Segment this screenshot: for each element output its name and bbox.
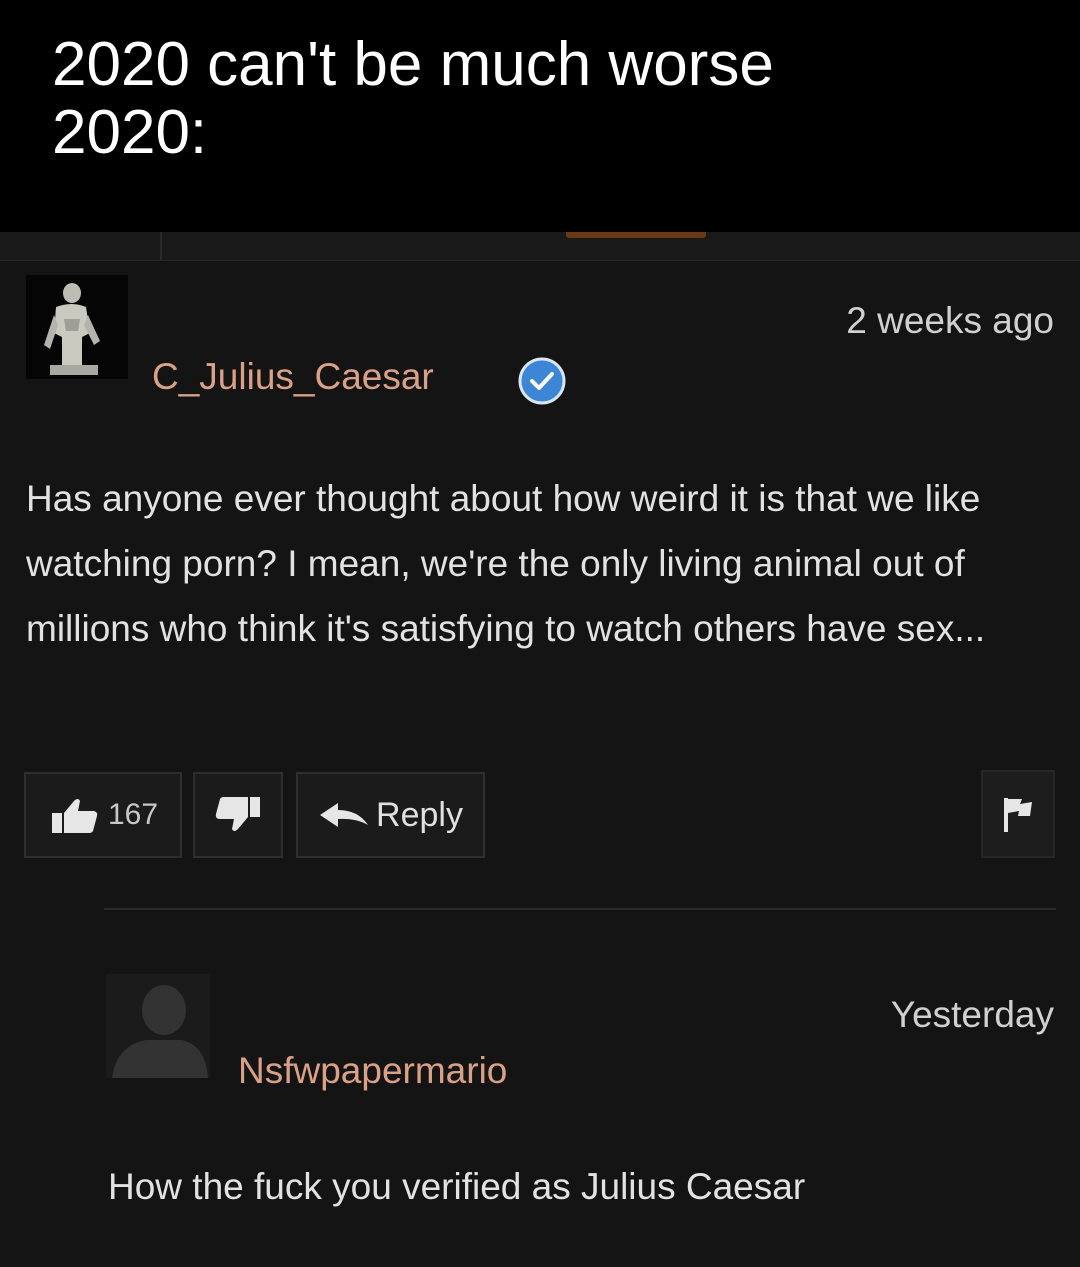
top-tab-strip <box>0 232 1080 261</box>
meme-caption: 2020 can't be much worse 2020: <box>0 0 1080 232</box>
reply-button[interactable]: Reply <box>296 772 485 858</box>
reply-label: Reply <box>376 795 463 834</box>
active-tab-indicator <box>566 232 706 238</box>
default-user-silhouette <box>106 974 210 1078</box>
thumbs-down-icon <box>215 797 260 831</box>
user-avatar-caesar[interactable] <box>26 275 128 379</box>
comment-timestamp: 2 weeks ago <box>846 300 1054 341</box>
flag-button[interactable] <box>981 770 1055 858</box>
reply-arrow-icon <box>320 803 369 827</box>
reply-timestamp: Yesterday <box>890 994 1054 1035</box>
reply-username[interactable]: Nsfwpapermario <box>238 1050 507 1092</box>
statue-avatar <box>26 275 128 379</box>
caption-line-1: 2020 can't be much worse <box>52 30 774 99</box>
caption-line-2: 2020: <box>52 98 208 167</box>
user-avatar-anon[interactable] <box>106 974 210 1078</box>
comment-separator <box>104 908 1056 910</box>
dislike-button[interactable] <box>193 772 283 858</box>
reply-text: How the fuck you verified as Julius Caes… <box>108 1166 806 1207</box>
thumbs-up-icon <box>51 799 98 833</box>
flag-icon <box>1004 798 1032 832</box>
like-count: 167 <box>107 798 159 831</box>
tab-divider <box>160 232 162 260</box>
comment-text: Has anyone ever thought about how weird … <box>26 478 986 649</box>
comment-username[interactable]: C_Julius_Caesar <box>152 356 434 398</box>
verified-check-icon <box>514 356 570 406</box>
like-button[interactable]: 167 <box>24 772 182 858</box>
